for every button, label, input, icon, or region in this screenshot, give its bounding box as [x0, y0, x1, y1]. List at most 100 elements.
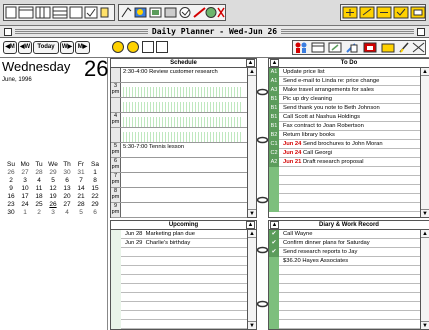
check-icon[interactable] [269, 266, 279, 275]
upcoming-scrollbar[interactable]: ▲ ▼ [247, 230, 256, 329]
alarm-icon[interactable] [127, 41, 139, 53]
calendar-day[interactable]: 16 [4, 193, 18, 201]
calendar-day[interactable]: 2 [4, 177, 18, 185]
scroll-down-icon[interactable]: ▼ [248, 321, 256, 329]
schedule-collapse-icon[interactable]: ▲ [246, 59, 255, 67]
schedule-event[interactable]: 2:30-4:00 Review customer research [123, 69, 218, 75]
check-icon[interactable] [269, 320, 279, 329]
schedule-slot[interactable] [111, 98, 247, 113]
calendar-day[interactable]: 8 [88, 177, 102, 185]
check-icon[interactable] [269, 275, 279, 284]
todo-priority[interactable] [269, 203, 279, 212]
clock-icon[interactable] [112, 41, 124, 53]
diary-item[interactable] [269, 275, 420, 284]
calendar-day[interactable]: 5 [74, 209, 88, 217]
todo-item[interactable]: C1 Jun 24 Send brochures to John Moran [269, 140, 420, 149]
todo-item[interactable]: B1 Fax contract to Joan Robertson [269, 122, 420, 131]
schedule-slot[interactable]: 2:30-4:00 Review customer research [111, 68, 247, 83]
calendar-day[interactable]: 14 [74, 185, 88, 193]
todo-item[interactable]: B1 Call Scott at Nashua Holdings [269, 113, 420, 122]
diary-item[interactable] [269, 266, 420, 275]
scroll-down-icon[interactable]: ▼ [248, 209, 256, 217]
check-icon[interactable] [269, 257, 279, 266]
list-view-icon[interactable] [142, 41, 154, 53]
todo-priority[interactable]: B1 [269, 95, 279, 104]
schedule-slot[interactable] [111, 128, 247, 143]
schedule-slot[interactable]: 8 pm [111, 188, 247, 203]
todo-priority[interactable]: A2 [269, 158, 279, 167]
calendar-day[interactable]: 27 [18, 169, 32, 177]
scroll-down-icon[interactable]: ▼ [421, 321, 429, 329]
calendar-day[interactable]: 28 [74, 201, 88, 209]
calendar-day[interactable]: 15 [88, 185, 102, 193]
calendar-day[interactable]: 9 [4, 185, 18, 193]
calendar-day[interactable]: 29 [46, 169, 60, 177]
calendar-day[interactable]: 21 [74, 193, 88, 201]
calendar-day[interactable]: 10 [18, 185, 32, 193]
upcoming-item[interactable] [111, 302, 247, 311]
todo-priority[interactable]: B1 [269, 113, 279, 122]
calendar-day[interactable]: 3 [18, 177, 32, 185]
upcoming-item[interactable] [111, 293, 247, 302]
calendar-day[interactable]: 25 [32, 201, 46, 209]
diary-collapse-icon[interactable]: ▲ [270, 221, 279, 229]
calendar-day[interactable]: 5 [46, 177, 60, 185]
calendar-day[interactable]: 23 [4, 201, 18, 209]
schedule-scrollbar[interactable]: ▲ ▼ [247, 68, 256, 217]
calendar-day[interactable]: 1 [88, 169, 102, 177]
upcoming-item[interactable]: Jun 29 Charlie's birthday [111, 239, 247, 248]
upcoming-item[interactable] [111, 311, 247, 320]
calendar-day[interactable]: 4 [60, 209, 74, 217]
schedule-slot[interactable]: 6 pm [111, 158, 247, 173]
check-icon[interactable] [269, 293, 279, 302]
todo-priority[interactable]: A1 [269, 77, 279, 86]
diary-item[interactable]: ✔ Call Wayne [269, 230, 420, 239]
calendar-day[interactable]: 6 [88, 209, 102, 217]
next-week-button[interactable]: W▶ [60, 41, 74, 54]
check-icon[interactable] [269, 302, 279, 311]
prev-week-button[interactable]: ◀W [18, 41, 32, 54]
check-icon[interactable]: ✔ [269, 230, 279, 239]
todo-item[interactable] [269, 176, 420, 185]
todo-priority[interactable] [269, 167, 279, 176]
calendar-day[interactable]: 22 [88, 193, 102, 201]
check-icon[interactable] [269, 311, 279, 320]
calendar-day[interactable]: 6 [60, 177, 74, 185]
todo-priority[interactable]: B1 [269, 104, 279, 113]
calendar-day[interactable]: 26 [4, 169, 18, 177]
calendar-day[interactable]: 11 [32, 185, 46, 193]
todo-priority[interactable]: C1 [269, 140, 279, 149]
todo-item[interactable]: C2 Jun 24 Call Georgi [269, 149, 420, 158]
upcoming-item[interactable] [111, 284, 247, 293]
calendar-day[interactable]: 30 [60, 169, 74, 177]
calendar-day[interactable]: 12 [46, 185, 60, 193]
upcoming-item[interactable] [111, 266, 247, 275]
diary-item[interactable] [269, 293, 420, 302]
todo-priority[interactable] [269, 194, 279, 203]
calendar-day[interactable]: 26 [46, 201, 60, 209]
calendar-day[interactable]: 19 [46, 193, 60, 201]
todo-item[interactable]: A1 Send e-mail to Linda re: price change [269, 77, 420, 86]
calendar-day[interactable]: 4 [32, 177, 46, 185]
scroll-up-icon[interactable]: ▲ [248, 230, 256, 238]
todo-item[interactable] [269, 194, 420, 203]
todo-priority[interactable]: B2 [269, 131, 279, 140]
upcoming-item[interactable] [111, 320, 247, 329]
calendar-day[interactable]: 29 [88, 201, 102, 209]
upcoming-item[interactable] [111, 248, 247, 257]
calendar-day[interactable]: 3 [46, 209, 60, 217]
calendar-day[interactable]: 31 [74, 169, 88, 177]
tools-buttons-group[interactable] [118, 4, 226, 21]
calendar-day[interactable]: 7 [74, 177, 88, 185]
todo-priority[interactable]: A1 [269, 68, 279, 77]
scroll-down-icon[interactable]: ▼ [421, 209, 429, 217]
todo-item[interactable]: B1 Send thank you note to Beth Johnson [269, 104, 420, 113]
right-tools-group[interactable] [292, 40, 426, 55]
calendar-day[interactable]: 30 [4, 209, 18, 217]
scroll-up-icon[interactable]: ▲ [248, 68, 256, 76]
diary-item[interactable]: $36.20 Hayes Associates [269, 257, 420, 266]
diary-scrollbar[interactable]: ▲ ▼ [420, 230, 429, 329]
diary-item[interactable]: ✔ Send research reports to Jay [269, 248, 420, 257]
todo-item[interactable]: B2 Return library books [269, 131, 420, 140]
diary-item[interactable] [269, 320, 420, 329]
